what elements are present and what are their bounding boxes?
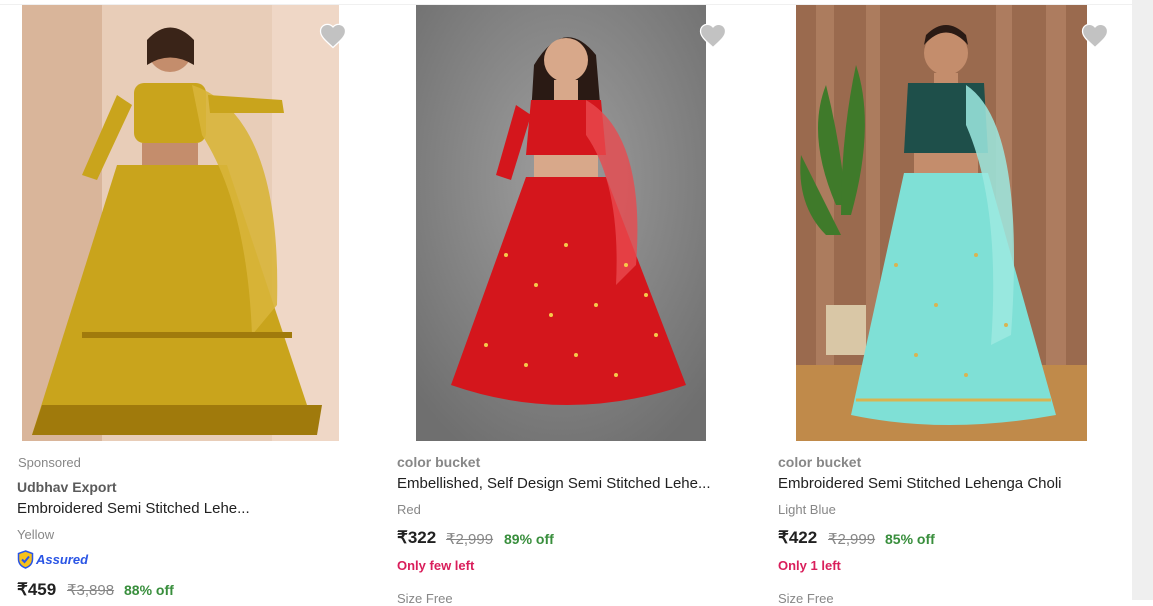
product-discount: 85% off xyxy=(885,531,935,547)
product-price: ₹459 xyxy=(17,580,57,599)
page-scrollbar[interactable] xyxy=(1132,0,1153,600)
wishlist-heart-icon[interactable] xyxy=(318,21,348,49)
brand-name: color bucket xyxy=(778,454,862,470)
stock-status: Only few left xyxy=(397,558,475,573)
product-mrp: ₹2,999 xyxy=(828,531,876,548)
product-price: ₹422 xyxy=(778,528,818,547)
product-image[interactable] xyxy=(416,5,706,441)
brand-name: color bucket xyxy=(397,454,481,470)
size-info: Size Free xyxy=(778,591,834,606)
product-image[interactable] xyxy=(22,5,339,441)
wishlist-heart-icon[interactable] xyxy=(1080,21,1110,49)
product-image[interactable] xyxy=(796,5,1087,441)
product-discount: 88% off xyxy=(124,582,174,598)
product-photo xyxy=(22,5,339,441)
product-title[interactable]: Embroidered Semi Stitched Lehenga Choli xyxy=(778,475,1062,492)
size-info: Size Free xyxy=(397,591,453,606)
sponsored-label: Sponsored xyxy=(18,455,81,470)
stock-status: Only 1 left xyxy=(778,558,841,573)
product-color: Red xyxy=(397,502,421,517)
assured-badge: Assured xyxy=(17,550,88,569)
product-color: Yellow xyxy=(17,527,55,542)
assured-shield-icon xyxy=(17,550,34,569)
wishlist-heart-icon[interactable] xyxy=(698,21,728,49)
assured-label: Assured xyxy=(36,552,89,567)
product-mrp: ₹2,999 xyxy=(446,531,494,548)
product-price: ₹322 xyxy=(397,528,437,547)
product-title[interactable]: Embroidered Semi Stitched Lehe... xyxy=(17,500,250,517)
brand-name: Udbhav Export xyxy=(17,479,117,495)
product-title[interactable]: Embellished, Self Design Semi Stitched L… xyxy=(397,475,711,492)
product-discount: 89% off xyxy=(504,531,554,547)
product-color: Light Blue xyxy=(778,502,836,517)
product-mrp: ₹3,898 xyxy=(67,582,115,599)
product-photo xyxy=(796,5,1087,441)
product-photo xyxy=(416,5,706,441)
